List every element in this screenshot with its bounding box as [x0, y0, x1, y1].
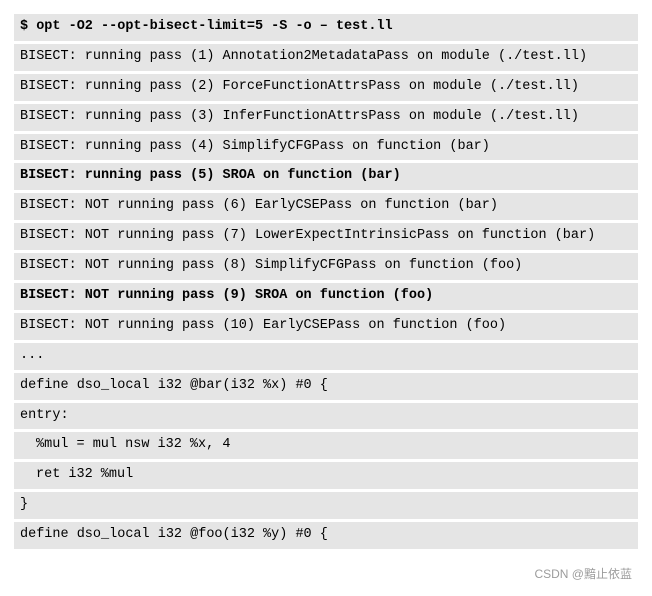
code-line: BISECT: running pass (1) Annotation2Meta…	[14, 44, 638, 71]
code-line: BISECT: NOT running pass (9) SROA on fun…	[14, 283, 638, 310]
code-line: BISECT: running pass (5) SROA on functio…	[14, 163, 638, 190]
code-line: ...	[14, 343, 638, 370]
code-line: define dso_local i32 @bar(i32 %x) #0 {	[14, 373, 638, 400]
code-line: BISECT: running pass (2) ForceFunctionAt…	[14, 74, 638, 101]
code-line: BISECT: NOT running pass (10) EarlyCSEPa…	[14, 313, 638, 340]
code-line: ret i32 %mul	[14, 462, 638, 489]
code-line: BISECT: NOT running pass (8) SimplifyCFG…	[14, 253, 638, 280]
code-line: $ opt -O2 --opt-bisect-limit=5 -S -o – t…	[14, 14, 638, 41]
code-line: entry:	[14, 403, 638, 430]
code-line: }	[14, 492, 638, 519]
code-line: define dso_local i32 @foo(i32 %y) #0 {	[14, 522, 638, 549]
code-block: $ opt -O2 --opt-bisect-limit=5 -S -o – t…	[14, 14, 638, 549]
code-line: BISECT: running pass (3) InferFunctionAt…	[14, 104, 638, 131]
code-line: BISECT: running pass (4) SimplifyCFGPass…	[14, 134, 638, 161]
code-line: BISECT: NOT running pass (7) LowerExpect…	[14, 223, 638, 250]
watermark: CSDN @黯止依蓝	[14, 565, 638, 582]
code-line: BISECT: NOT running pass (6) EarlyCSEPas…	[14, 193, 638, 220]
code-line: %mul = mul nsw i32 %x, 4	[14, 432, 638, 459]
